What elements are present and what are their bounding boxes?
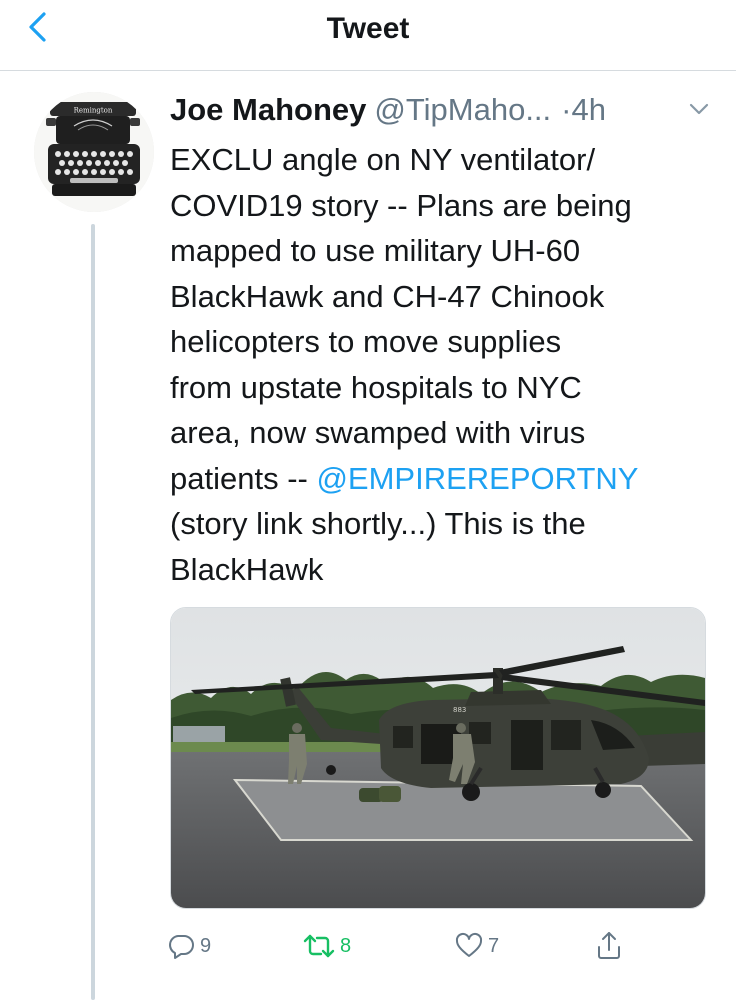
thread-line xyxy=(91,224,95,1000)
share-button[interactable] xyxy=(594,926,624,966)
retweet-button[interactable]: 8 xyxy=(302,926,351,966)
retweet-count: 8 xyxy=(340,934,352,957)
page-title: Tweet xyxy=(326,12,410,45)
typewriter-avatar-image: Remington xyxy=(34,92,154,212)
tweet-text-part: EXCLU angle on NY ventilator/ COVID19 st… xyxy=(170,142,632,496)
reply-count: 9 xyxy=(200,934,212,957)
author-handle[interactable]: @TipMaho... xyxy=(374,92,551,127)
tweet-timestamp[interactable]: 4h xyxy=(572,92,606,127)
reply-icon xyxy=(169,935,194,959)
tweet-media-image[interactable]: 883 xyxy=(170,607,706,909)
helicopter-photo: 883 xyxy=(171,608,705,908)
share-icon xyxy=(598,932,620,959)
like-button[interactable]: 7 xyxy=(454,926,499,966)
fuselage-number: 883 xyxy=(453,706,466,714)
tweet-text-part: (story link shortly...) This is the Blac… xyxy=(170,506,586,587)
tweet-author-row: Joe Mahoney @TipMaho... ·4h xyxy=(170,92,720,136)
like-count: 7 xyxy=(488,934,500,957)
mention-link[interactable]: @EMPIREREPORTNY xyxy=(316,461,638,496)
header-bar: Tweet xyxy=(0,0,736,71)
tweet-actions-bar: 9 8 7 xyxy=(0,926,736,976)
reply-button[interactable]: 9 xyxy=(166,926,211,966)
tweet-body: EXCLU angle on NY ventilator/ COVID19 st… xyxy=(170,137,715,592)
author-display-name[interactable]: Joe Mahoney xyxy=(170,92,366,127)
like-icon xyxy=(455,932,483,957)
avatar[interactable]: Remington xyxy=(34,92,154,212)
retweet-icon xyxy=(303,934,335,958)
avatar-brand-text: Remington xyxy=(74,107,113,115)
chevron-down-icon[interactable] xyxy=(688,102,710,116)
separator-dot: · xyxy=(561,92,572,127)
